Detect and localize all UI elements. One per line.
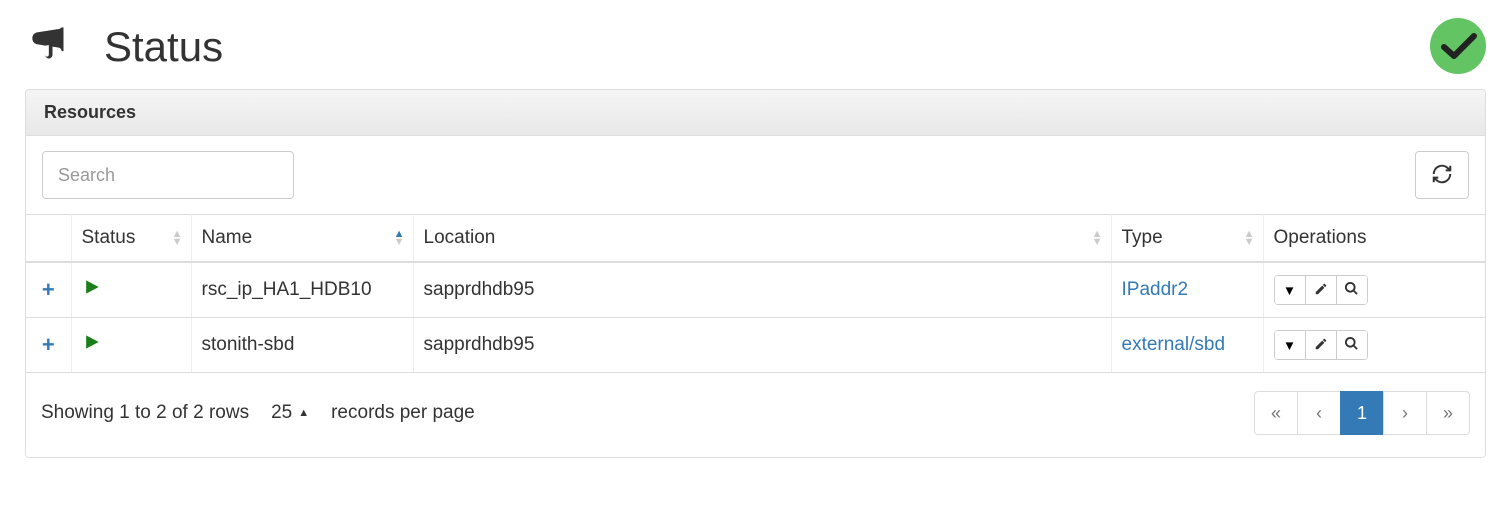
- column-label: Type: [1122, 227, 1163, 248]
- cell-name: stonith-sbd: [191, 318, 413, 373]
- magnifier-icon: [1344, 336, 1359, 354]
- cell-location: sapprdhdb95: [413, 262, 1111, 318]
- records-label: records per page: [331, 402, 475, 424]
- page-prev-button[interactable]: ‹: [1297, 391, 1341, 435]
- column-label: Status: [82, 227, 136, 248]
- type-link[interactable]: external/sbd: [1122, 334, 1226, 355]
- expand-button[interactable]: +: [36, 332, 61, 358]
- search-button[interactable]: [1336, 275, 1368, 305]
- column-name[interactable]: Name ▲▼: [191, 215, 413, 263]
- cell-location: sapprdhdb95: [413, 318, 1111, 373]
- column-label: Location: [424, 227, 496, 248]
- page-title: Status: [104, 23, 223, 71]
- plus-icon: +: [42, 332, 55, 358]
- sort-icon: ▲▼: [172, 230, 183, 246]
- page-header: Status: [25, 20, 1486, 74]
- operations-group: ▼: [1274, 275, 1368, 305]
- page-first-button[interactable]: «: [1254, 391, 1298, 435]
- menu-button[interactable]: ▼: [1274, 330, 1306, 360]
- column-operations: Operations: [1263, 215, 1485, 263]
- edit-button[interactable]: [1305, 275, 1337, 305]
- column-label: Operations: [1274, 227, 1367, 248]
- pencil-icon: [1314, 282, 1328, 299]
- panel-heading: Resources: [26, 90, 1485, 136]
- search-input[interactable]: [42, 151, 294, 199]
- resources-table: Status ▲▼ Name ▲▼ Location ▲▼ Type: [26, 214, 1485, 373]
- table-row: + stonith-sbd sapprdhdb95 external/sbd ▼: [26, 318, 1485, 373]
- cell-name: rsc_ip_HA1_HDB10: [191, 262, 413, 318]
- plus-icon: +: [42, 277, 55, 303]
- row-summary: Showing 1 to 2 of 2 rows: [41, 402, 249, 424]
- resources-panel: Resources: [25, 89, 1486, 458]
- column-location[interactable]: Location ▲▼: [413, 215, 1111, 263]
- sort-icon: ▲▼: [1092, 230, 1103, 246]
- magnifier-icon: [1344, 281, 1359, 299]
- toolbar: [26, 136, 1485, 214]
- table-row: + rsc_ip_HA1_HDB10 sapprdhdb95 IPaddr2 ▼: [26, 262, 1485, 318]
- table-footer: Showing 1 to 2 of 2 rows 25 ▲ records pe…: [26, 373, 1485, 457]
- pencil-icon: [1314, 337, 1328, 354]
- refresh-icon: [1431, 163, 1453, 188]
- menu-button[interactable]: ▼: [1274, 275, 1306, 305]
- edit-button[interactable]: [1305, 330, 1337, 360]
- sort-icon: ▲▼: [394, 230, 405, 246]
- page-next-button[interactable]: ›: [1383, 391, 1427, 435]
- type-link[interactable]: IPaddr2: [1122, 279, 1189, 300]
- running-icon: [82, 336, 102, 357]
- page-number-button[interactable]: 1: [1340, 391, 1384, 435]
- page-size-value: 25: [271, 402, 292, 424]
- caret-down-icon: ▼: [1283, 283, 1296, 298]
- caret-down-icon: ▼: [1283, 338, 1296, 353]
- sort-icon: ▲▼: [1244, 230, 1255, 246]
- expand-button[interactable]: +: [36, 277, 61, 303]
- page-last-button[interactable]: »: [1426, 391, 1470, 435]
- column-expand: [26, 215, 71, 263]
- status-ok-badge: [1430, 18, 1486, 74]
- refresh-button[interactable]: [1415, 151, 1469, 199]
- operations-group: ▼: [1274, 330, 1368, 360]
- bullhorn-icon: [25, 20, 69, 74]
- column-label: Name: [202, 227, 253, 248]
- column-status[interactable]: Status ▲▼: [71, 215, 191, 263]
- caret-up-icon: ▲: [298, 407, 309, 419]
- column-type[interactable]: Type ▲▼: [1111, 215, 1263, 263]
- running-icon: [82, 281, 102, 302]
- search-button[interactable]: [1336, 330, 1368, 360]
- page-size-selector[interactable]: 25 ▲: [271, 402, 309, 424]
- pagination: « ‹ 1 › »: [1254, 391, 1470, 435]
